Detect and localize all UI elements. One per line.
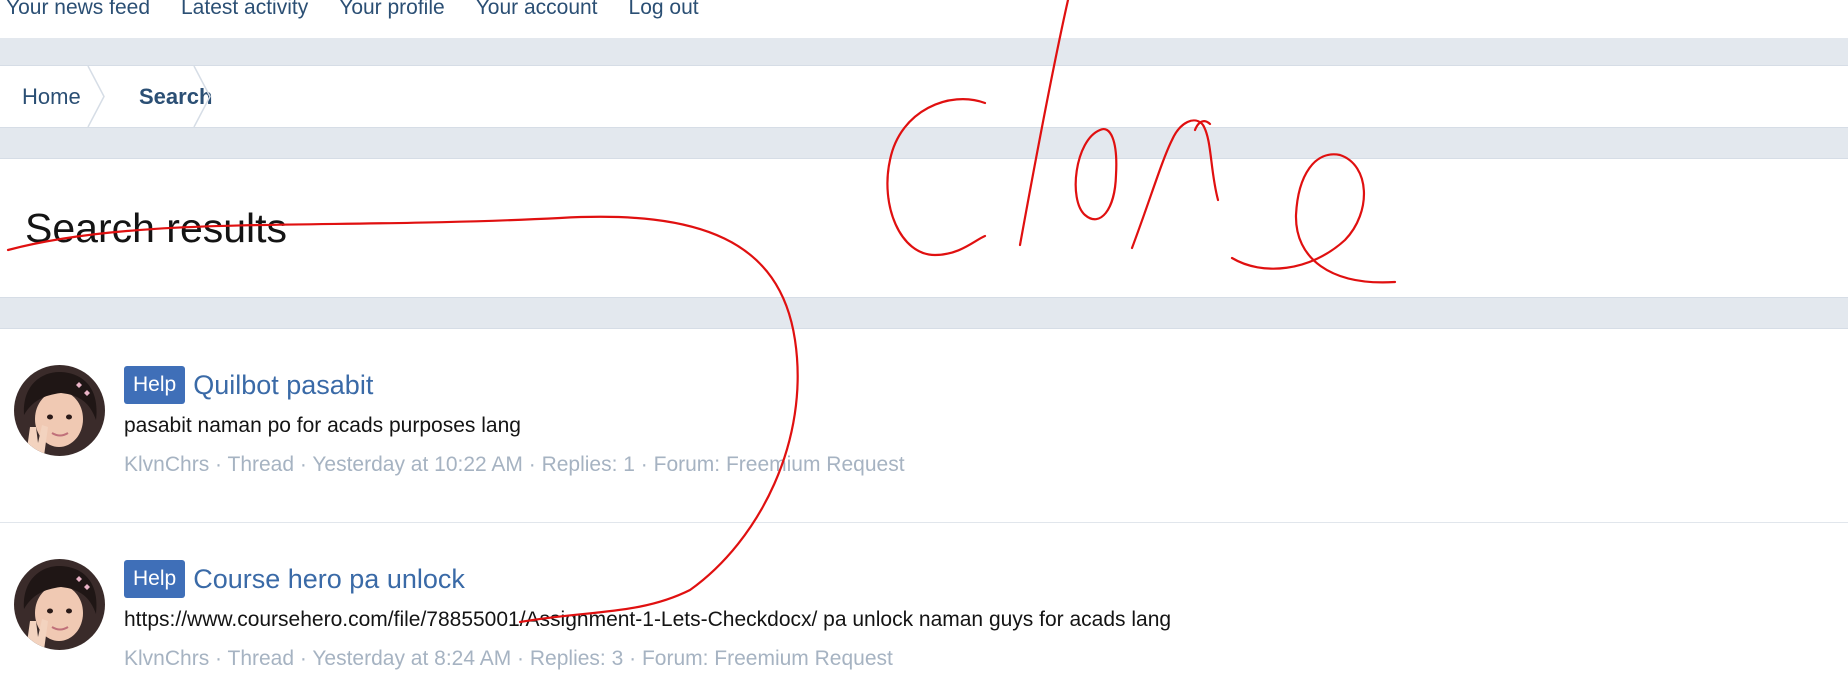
- breadcrumb-separator-icon: [87, 66, 105, 127]
- search-result-item: Help Quilbot pasabit pasabit naman po fo…: [0, 329, 1848, 523]
- meta-separator: ·: [528, 453, 542, 476]
- breadcrumb-home-link[interactable]: Home: [22, 66, 81, 127]
- user-avatar-image: [14, 365, 105, 456]
- result-type: Thread: [227, 453, 295, 476]
- result-heading: Help Quilbot pasabit: [124, 366, 373, 404]
- page-header: Search results: [0, 158, 1848, 298]
- search-result-item: Help Course hero pa unlock https://www.c…: [0, 523, 1848, 683]
- page-title: Search results: [25, 205, 288, 251]
- result-time: Yesterday at 8:24 AM: [312, 647, 512, 670]
- nav-your-profile-link[interactable]: Your profile: [339, 0, 444, 20]
- result-snippet: pasabit naman po for acads purposes lang: [124, 414, 521, 437]
- breadcrumb-separator-icon: [193, 66, 211, 127]
- meta-separator: ·: [299, 453, 313, 476]
- result-title-link[interactable]: Quilbot pasabit: [193, 370, 373, 401]
- section-gap: [0, 298, 1848, 328]
- nav-news-feed-link[interactable]: Your news feed: [6, 0, 150, 20]
- result-snippet: https://www.coursehero.com/file/78855001…: [124, 608, 1172, 631]
- result-heading: Help Course hero pa unlock: [124, 560, 465, 598]
- result-meta: KlvnChrs · Thread · Yesterday at 8:24 AM…: [124, 647, 893, 671]
- nav-log-out-link[interactable]: Log out: [629, 0, 699, 20]
- meta-separator: ·: [215, 453, 228, 476]
- search-results-list: Help Quilbot pasabit pasabit naman po fo…: [0, 328, 1848, 671]
- nav-latest-activity-link[interactable]: Latest activity: [181, 0, 308, 20]
- prefix-badge[interactable]: Help: [124, 366, 186, 404]
- result-meta: KlvnChrs · Thread · Yesterday at 10:22 A…: [124, 453, 905, 477]
- meta-separator: ·: [629, 647, 642, 670]
- result-time: Yesterday at 10:22 AM: [312, 453, 523, 476]
- result-replies: Replies: 3: [529, 647, 624, 670]
- section-gap: [0, 128, 1848, 158]
- meta-separator: ·: [517, 647, 530, 670]
- user-avatar-image: [14, 559, 105, 650]
- result-forum-link[interactable]: Forum: Freemium Request: [642, 647, 893, 670]
- user-nav: Your news feed Latest activity Your prof…: [0, 0, 1848, 38]
- breadcrumb: Home Search: [0, 65, 1848, 128]
- meta-separator: ·: [299, 647, 313, 670]
- result-forum-link[interactable]: Forum: Freemium Request: [654, 453, 905, 476]
- result-author-link[interactable]: KlvnChrs: [124, 453, 209, 476]
- result-title-link[interactable]: Course hero pa unlock: [193, 564, 465, 595]
- avatar[interactable]: [14, 365, 105, 456]
- result-type: Thread: [227, 647, 295, 670]
- user-nav-links: Your news feed Latest activity Your prof…: [6, 0, 699, 20]
- meta-separator: ·: [215, 647, 228, 670]
- nav-your-account-link[interactable]: Your account: [476, 0, 598, 20]
- prefix-badge[interactable]: Help: [124, 560, 186, 598]
- avatar[interactable]: [14, 559, 105, 650]
- meta-separator: ·: [640, 453, 654, 476]
- section-gap: [0, 38, 1848, 65]
- result-replies: Replies: 1: [541, 453, 635, 476]
- result-author-link[interactable]: KlvnChrs: [124, 647, 209, 670]
